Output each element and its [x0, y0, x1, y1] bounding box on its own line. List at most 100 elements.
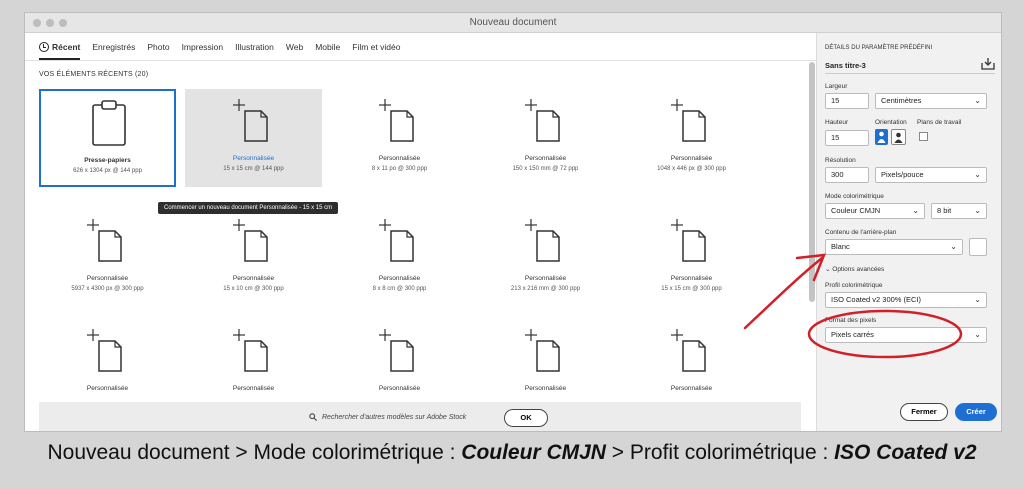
- portrait-icon: [877, 131, 886, 143]
- recent-items-area: VOS ÉLÉMENTS RÉCENTS (20) Presse-papiers…: [25, 62, 806, 431]
- background-select[interactable]: Blanc ⌄: [825, 239, 963, 255]
- preset-size: 15 x 15 cm @ 300 ppp: [661, 286, 722, 292]
- document-name-field[interactable]: Sans titre-3: [825, 61, 866, 70]
- tab-print[interactable]: Impression: [182, 42, 224, 52]
- resolution-unit-value: Pixels/pouce: [881, 170, 924, 179]
- width-label: Largeur: [825, 83, 848, 90]
- width-input[interactable]: 15: [825, 93, 869, 109]
- tab-photo[interactable]: Photo: [147, 42, 169, 52]
- landscape-orientation-button[interactable]: [891, 129, 906, 145]
- document-icon: [87, 329, 122, 372]
- preset-name: Personnalisée: [378, 385, 421, 392]
- scrollbar[interactable]: [809, 62, 815, 302]
- preset-name: Personnalisée: [232, 385, 275, 392]
- caption-part1: Nouveau document > Mode colorimétrique :: [47, 441, 462, 464]
- unit-select[interactable]: Centimètres ⌄: [875, 93, 987, 109]
- preset-size: 8 x 11 po @ 300 ppp: [371, 166, 428, 172]
- document-icon: [87, 219, 122, 262]
- preset-custom[interactable]: Personnalisée 150 x 150 mm @ 72 ppp: [477, 89, 614, 187]
- chevron-down-icon: ⌄: [974, 330, 981, 339]
- stock-search-field[interactable]: Rechercher d'autres modèles sur Adobe St…: [309, 413, 466, 421]
- ok-button[interactable]: OK: [504, 409, 548, 427]
- preset-name: Personnalisée: [524, 275, 567, 282]
- portrait-orientation-button[interactable]: [875, 129, 888, 145]
- resolution-label: Résolution: [825, 157, 856, 164]
- pixel-aspect-value: Pixels carrés: [831, 330, 874, 339]
- document-icon: [233, 329, 268, 372]
- document-icon: [379, 219, 414, 262]
- height-input[interactable]: 15: [825, 130, 869, 146]
- create-button[interactable]: Créer: [955, 403, 997, 421]
- tab-recent[interactable]: Récent: [39, 41, 81, 60]
- bit-depth-value: 8 bit: [937, 206, 952, 215]
- preset-custom[interactable]: Personnalisée 15 x 10 cm @ 300 ppp: [185, 209, 322, 307]
- preset-custom[interactable]: Personnalisée 15 x 15 cm @ 144 ppp: [185, 89, 322, 187]
- preset-name: Personnalisée: [378, 155, 421, 162]
- background-value: Blanc: [831, 242, 850, 251]
- preset-custom[interactable]: Personnalisée 213 x 216 mm @ 300 ppp: [477, 209, 614, 307]
- preset-name: Personnalisée: [524, 385, 567, 392]
- preset-details-panel: DÉTAILS DU PARAMÈTRE PRÉDÉFINI Sans titr…: [816, 33, 1001, 431]
- stock-search-bar: Rechercher d'autres modèles sur Adobe St…: [39, 402, 801, 431]
- document-icon: [379, 329, 414, 372]
- clock-icon: [39, 41, 49, 52]
- preset-custom[interactable]: Personnalisée 1048 x 446 px @ 300 ppp: [623, 89, 760, 187]
- preset-custom[interactable]: Personnalisée 5937 x 4300 px @ 300 ppp: [39, 209, 176, 307]
- document-icon: [233, 219, 268, 262]
- caption-emphasis-2: ISO Coated v2: [834, 441, 977, 464]
- color-mode-label: Mode colorimétrique: [825, 193, 884, 200]
- pixel-aspect-label: Format des pixels: [825, 317, 877, 324]
- stock-search-label: Rechercher d'autres modèles sur Adobe St…: [322, 413, 467, 421]
- caption: Nouveau document > Mode colorimétrique :…: [0, 441, 1024, 465]
- preset-name: Presse-papiers: [84, 157, 131, 164]
- tab-illustration[interactable]: Illustration: [235, 42, 274, 52]
- search-icon: [309, 413, 317, 421]
- preset-name: Personnalisée: [232, 275, 275, 282]
- color-mode-select[interactable]: Couleur CMJN ⌄: [825, 203, 925, 219]
- tab-web[interactable]: Web: [286, 42, 303, 52]
- document-icon: [671, 99, 706, 142]
- orientation-label: Orientation: [875, 119, 907, 126]
- bit-depth-select[interactable]: 8 bit ⌄: [931, 203, 987, 219]
- preset-custom[interactable]: Personnalisée 8 x 8 cm @ 300 ppp: [331, 209, 468, 307]
- background-label: Contenu de l'arrière-plan: [825, 229, 897, 236]
- preset-size: 626 x 1304 px @ 144 ppp: [73, 168, 142, 174]
- caption-part2: > Profit colorimétrique :: [605, 441, 835, 464]
- preset-name: Personnalisée: [86, 385, 129, 392]
- clipboard-icon: [92, 100, 126, 146]
- resolution-unit-select[interactable]: Pixels/pouce ⌄: [875, 167, 987, 183]
- color-profile-select[interactable]: ISO Coated v2 300% (ECI) ⌄: [825, 292, 987, 308]
- preset-size: 5937 x 4300 px @ 300 ppp: [71, 286, 144, 292]
- preset-custom[interactable]: Personnalisée 15 x 15 cm @ 300 ppp: [623, 209, 760, 307]
- tab-film-video[interactable]: Film et vidéo: [352, 42, 400, 52]
- preset-custom[interactable]: Personnalisée 8 x 11 po @ 300 ppp: [331, 89, 468, 187]
- tab-mobile[interactable]: Mobile: [315, 42, 340, 52]
- close-button[interactable]: Fermer: [900, 403, 948, 421]
- document-icon: [671, 329, 706, 372]
- recent-items-title: VOS ÉLÉMENTS RÉCENTS (20): [39, 71, 149, 78]
- preset-name: Personnalisée: [670, 155, 713, 162]
- chevron-down-icon: ⌄: [950, 242, 957, 251]
- new-document-dialog: Nouveau document Récent Enregistrés Phot…: [24, 12, 1002, 432]
- artboards-label: Plans de travail: [917, 119, 962, 126]
- save-preset-icon[interactable]: [981, 57, 995, 70]
- tab-label: Récent: [52, 41, 81, 52]
- advanced-options-toggle[interactable]: ⌄ Options avancées: [825, 265, 884, 273]
- document-icon: [233, 99, 268, 142]
- chevron-down-icon: ⌄: [912, 206, 919, 215]
- chevron-down-icon: ⌄: [974, 295, 981, 304]
- document-icon: [671, 219, 706, 262]
- preset-name: Personnalisée: [86, 275, 129, 282]
- background-color-swatch[interactable]: [969, 238, 987, 256]
- artboards-checkbox[interactable]: [919, 132, 928, 141]
- pixel-aspect-select[interactable]: Pixels carrés ⌄: [825, 327, 987, 343]
- chevron-down-icon: ⌄: [974, 170, 981, 179]
- preset-size: 1048 x 446 px @ 300 ppp: [657, 166, 726, 172]
- preset-size: 8 x 8 cm @ 300 ppp: [372, 286, 427, 292]
- resolution-input[interactable]: 300: [825, 167, 869, 183]
- preset-name: Personnalisée: [378, 275, 421, 282]
- preset-clipboard[interactable]: Presse-papiers 626 x 1304 px @ 144 ppp: [39, 89, 176, 187]
- color-profile-value: ISO Coated v2 300% (ECI): [831, 295, 922, 304]
- tab-saved[interactable]: Enregistrés: [92, 42, 135, 52]
- document-icon: [525, 219, 560, 262]
